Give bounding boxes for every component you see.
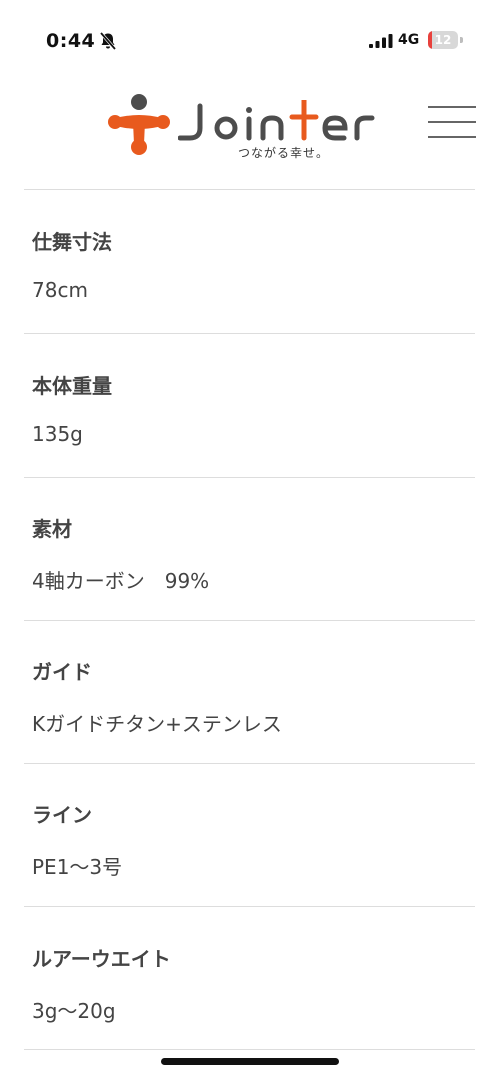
home-indicator[interactable] <box>161 1058 339 1065</box>
mute-icon <box>99 31 117 51</box>
battery-body: 12 <box>428 31 458 49</box>
battery-cap <box>460 37 463 43</box>
battery-icon: 12 <box>428 31 464 49</box>
divider <box>24 1049 475 1050</box>
menu-line <box>428 106 476 108</box>
hamburger-menu-icon[interactable] <box>428 106 476 140</box>
status-bar: 0:44 4G 12 <box>0 0 499 80</box>
spec-item-weight: 本体重量 135g <box>24 334 475 477</box>
spec-label: 仕舞寸法 <box>32 230 112 254</box>
menu-line <box>428 136 476 138</box>
page: 0:44 4G 12 つながる幸せ。 仕舞寸法 78cm 本体重量 135g 素… <box>0 0 499 1080</box>
status-time: 0:44 <box>46 30 96 52</box>
spec-value: 135g <box>32 422 83 446</box>
spec-item-guide: ガイド Kガイドチタン+ステンレス <box>24 620 475 763</box>
menu-line <box>428 121 476 123</box>
signal-icon <box>369 34 393 48</box>
logo-wordmark <box>178 100 375 141</box>
battery-level: 12 <box>434 33 452 47</box>
spec-item-folded-length: 仕舞寸法 78cm <box>24 190 475 333</box>
spec-label: ライン <box>32 803 92 827</box>
spec-value: Kガイドチタン+ステンレス <box>32 712 282 736</box>
logo-mark-icon <box>108 94 170 155</box>
site-header: つながる幸せ。 <box>0 80 499 190</box>
network-label: 4G <box>398 32 420 48</box>
spec-label: 本体重量 <box>32 374 112 398</box>
logo-tagline: つながる幸せ。 <box>238 146 330 160</box>
spec-label: 素材 <box>32 517 72 541</box>
spec-label: ルアーウエイト <box>32 947 171 971</box>
spec-value: 4軸カーボン 99% <box>32 569 210 593</box>
spec-value: 78cm <box>32 278 88 302</box>
spec-label: ガイド <box>32 660 92 684</box>
spec-item-material: 素材 4軸カーボン 99% <box>24 477 475 620</box>
spec-item-lure-weight: ルアーウエイト 3g〜20g <box>24 907 475 1050</box>
jointer-logo[interactable]: つながる幸せ。 <box>108 92 398 167</box>
spec-value: 3g〜20g <box>32 999 116 1023</box>
spec-item-line: ライン PE1〜3号 <box>24 763 475 906</box>
spec-value: PE1〜3号 <box>32 855 123 879</box>
